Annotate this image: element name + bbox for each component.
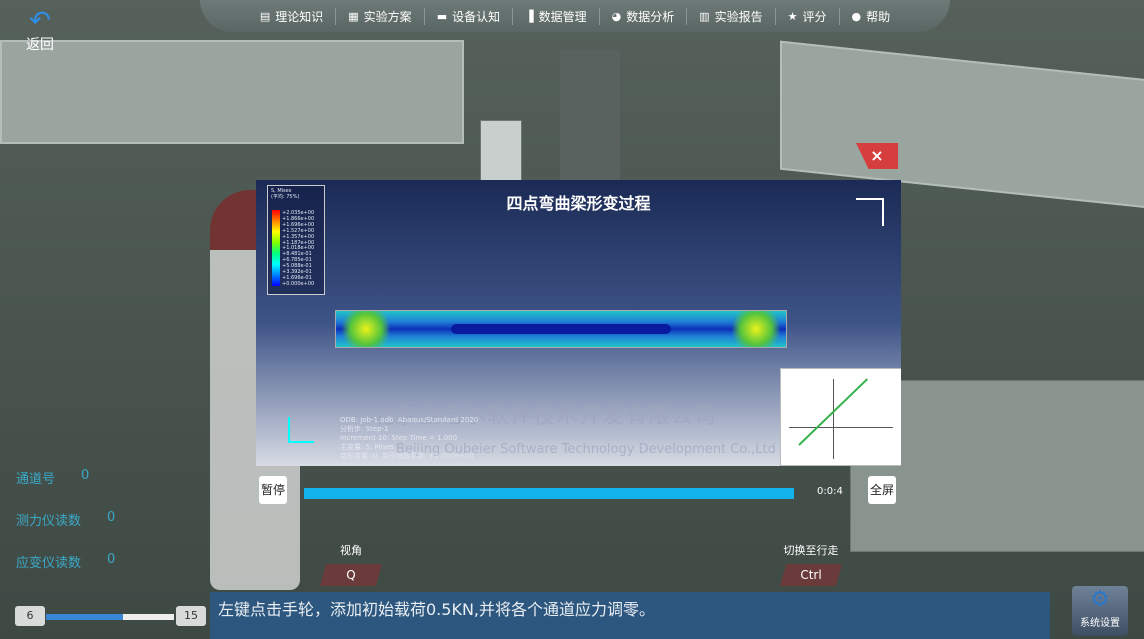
- view-angle-hint: 视角 Q: [320, 542, 382, 586]
- readout-label: 测力仪读数: [16, 514, 82, 529]
- beam-core: [451, 324, 671, 334]
- walk-mode-key[interactable]: Ctrl: [780, 564, 842, 586]
- nav-data-analysis[interactable]: ◕ 数据分析: [600, 7, 688, 25]
- readout-value: 0: [81, 468, 90, 483]
- nav-label: 数据分析: [626, 9, 675, 24]
- nav-report[interactable]: ▥ 实验报告: [687, 7, 776, 25]
- slider-min: 6: [15, 606, 45, 626]
- pause-button[interactable]: 暂停: [259, 476, 287, 504]
- nav-score[interactable]: ★ 评分: [776, 7, 840, 25]
- plot-x-axis: [789, 427, 893, 428]
- wall-poster-left: [0, 40, 464, 144]
- top-navigation: ▤ 理论知识 ▦ 实验方案 ▬ 设备认知 ▐ 数据管理 ◕ 数据分析 ▥ 实验报告 ★ 评分 …: [200, 0, 950, 32]
- progress-fill: [304, 488, 794, 499]
- view-angle-key[interactable]: Q: [320, 564, 382, 586]
- nav-plan[interactable]: ▦ 实验方案: [336, 7, 425, 25]
- back-button[interactable]: ↶ 返回: [26, 8, 54, 54]
- nav-help[interactable]: ● 帮助: [840, 8, 903, 25]
- slider-max: 15: [176, 606, 206, 626]
- nav-label: 实验报告: [714, 9, 763, 24]
- load-strain-plot: [780, 368, 901, 466]
- nav-equipment[interactable]: ▬ 设备认知: [425, 7, 514, 25]
- pie-chart-icon: ◕: [611, 9, 622, 23]
- report-icon: ▥: [699, 9, 710, 23]
- bar-chart-icon: ▐: [525, 9, 534, 23]
- slider-track[interactable]: [46, 614, 174, 620]
- star-icon: ★: [787, 9, 798, 23]
- readout-strain: 应变仪读数 0: [16, 552, 115, 594]
- simulation-video: 四点弯曲梁形变过程 S, Mises (平均: 75%) +2.035e+00 +1…: [256, 180, 901, 466]
- video-title: 四点弯曲梁形变过程: [506, 194, 651, 213]
- gear-icon: ⚙: [1090, 587, 1110, 612]
- readout-label: 通道号: [16, 472, 56, 487]
- readout-channel: 通道号 0: [16, 468, 115, 510]
- stress-legend: S, Mises (平均: 75%) +2.035e+00 +1.866e+00 +1…: [267, 185, 325, 295]
- video-time: 0:0:4: [817, 486, 843, 497]
- beam-stress-left: [336, 311, 396, 347]
- readout-value: 0: [107, 510, 116, 525]
- readout-label: 应变仪读数: [16, 556, 82, 571]
- nav-label: 设备认知: [452, 9, 501, 24]
- nav-theory[interactable]: ▤ 理论知识: [248, 7, 337, 25]
- device-icon: ▬: [436, 9, 448, 23]
- gauge-icon: [856, 198, 884, 226]
- legend-title: S, Mises (平均: 75%): [271, 188, 300, 200]
- video-progress-bar[interactable]: [304, 488, 794, 499]
- plot-y-axis: [833, 379, 834, 459]
- help-icon: ●: [851, 9, 862, 23]
- settings-label: 系统设置: [1080, 618, 1120, 629]
- nav-label: 实验方案: [363, 9, 412, 24]
- hint-label: 切换至行走: [783, 544, 839, 557]
- back-arrow-icon: ↶: [29, 6, 51, 36]
- close-icon: ×: [870, 146, 884, 165]
- hint-label: 视角: [340, 544, 362, 557]
- readout-force: 测力仪读数 0: [16, 510, 115, 552]
- slider-fill: [46, 614, 123, 620]
- readout-value: 0: [107, 552, 116, 567]
- walk-mode-hint: 切换至行走 Ctrl: [780, 542, 842, 586]
- back-label: 返回: [26, 37, 54, 53]
- legend-color-scale: [272, 210, 280, 286]
- speed-slider[interactable]: 6 15: [10, 606, 208, 628]
- analysis-info: ODB: Job-1.odb Abaqus/Standard 2020 分析步:…: [340, 416, 479, 460]
- system-settings-button[interactable]: ⚙ 系统设置: [1072, 586, 1128, 636]
- deformed-beam: [335, 310, 787, 348]
- readout-panel: 通道号 0 测力仪读数 0 应变仪读数 0: [16, 468, 115, 594]
- book-icon: ▤: [259, 9, 271, 23]
- document-icon: ▦: [348, 9, 359, 23]
- nav-data-management[interactable]: ▐ 数据管理: [513, 7, 600, 25]
- axis-triad-icon: [288, 417, 314, 443]
- beam-stress-right: [726, 311, 786, 347]
- nav-label: 数据管理: [538, 9, 587, 24]
- nav-label: 理论知识: [275, 9, 324, 24]
- fullscreen-button[interactable]: 全屏: [868, 476, 896, 504]
- nav-label: 帮助: [866, 9, 891, 24]
- instruction-message: 左键点击手轮，添加初始载荷0.5KN,并将各个通道应力调零。: [210, 592, 1050, 639]
- nav-label: 评分: [802, 9, 827, 24]
- air-conditioner: [480, 120, 522, 182]
- legend-value: +0.000e+00: [282, 280, 315, 287]
- lab-door: [560, 50, 620, 180]
